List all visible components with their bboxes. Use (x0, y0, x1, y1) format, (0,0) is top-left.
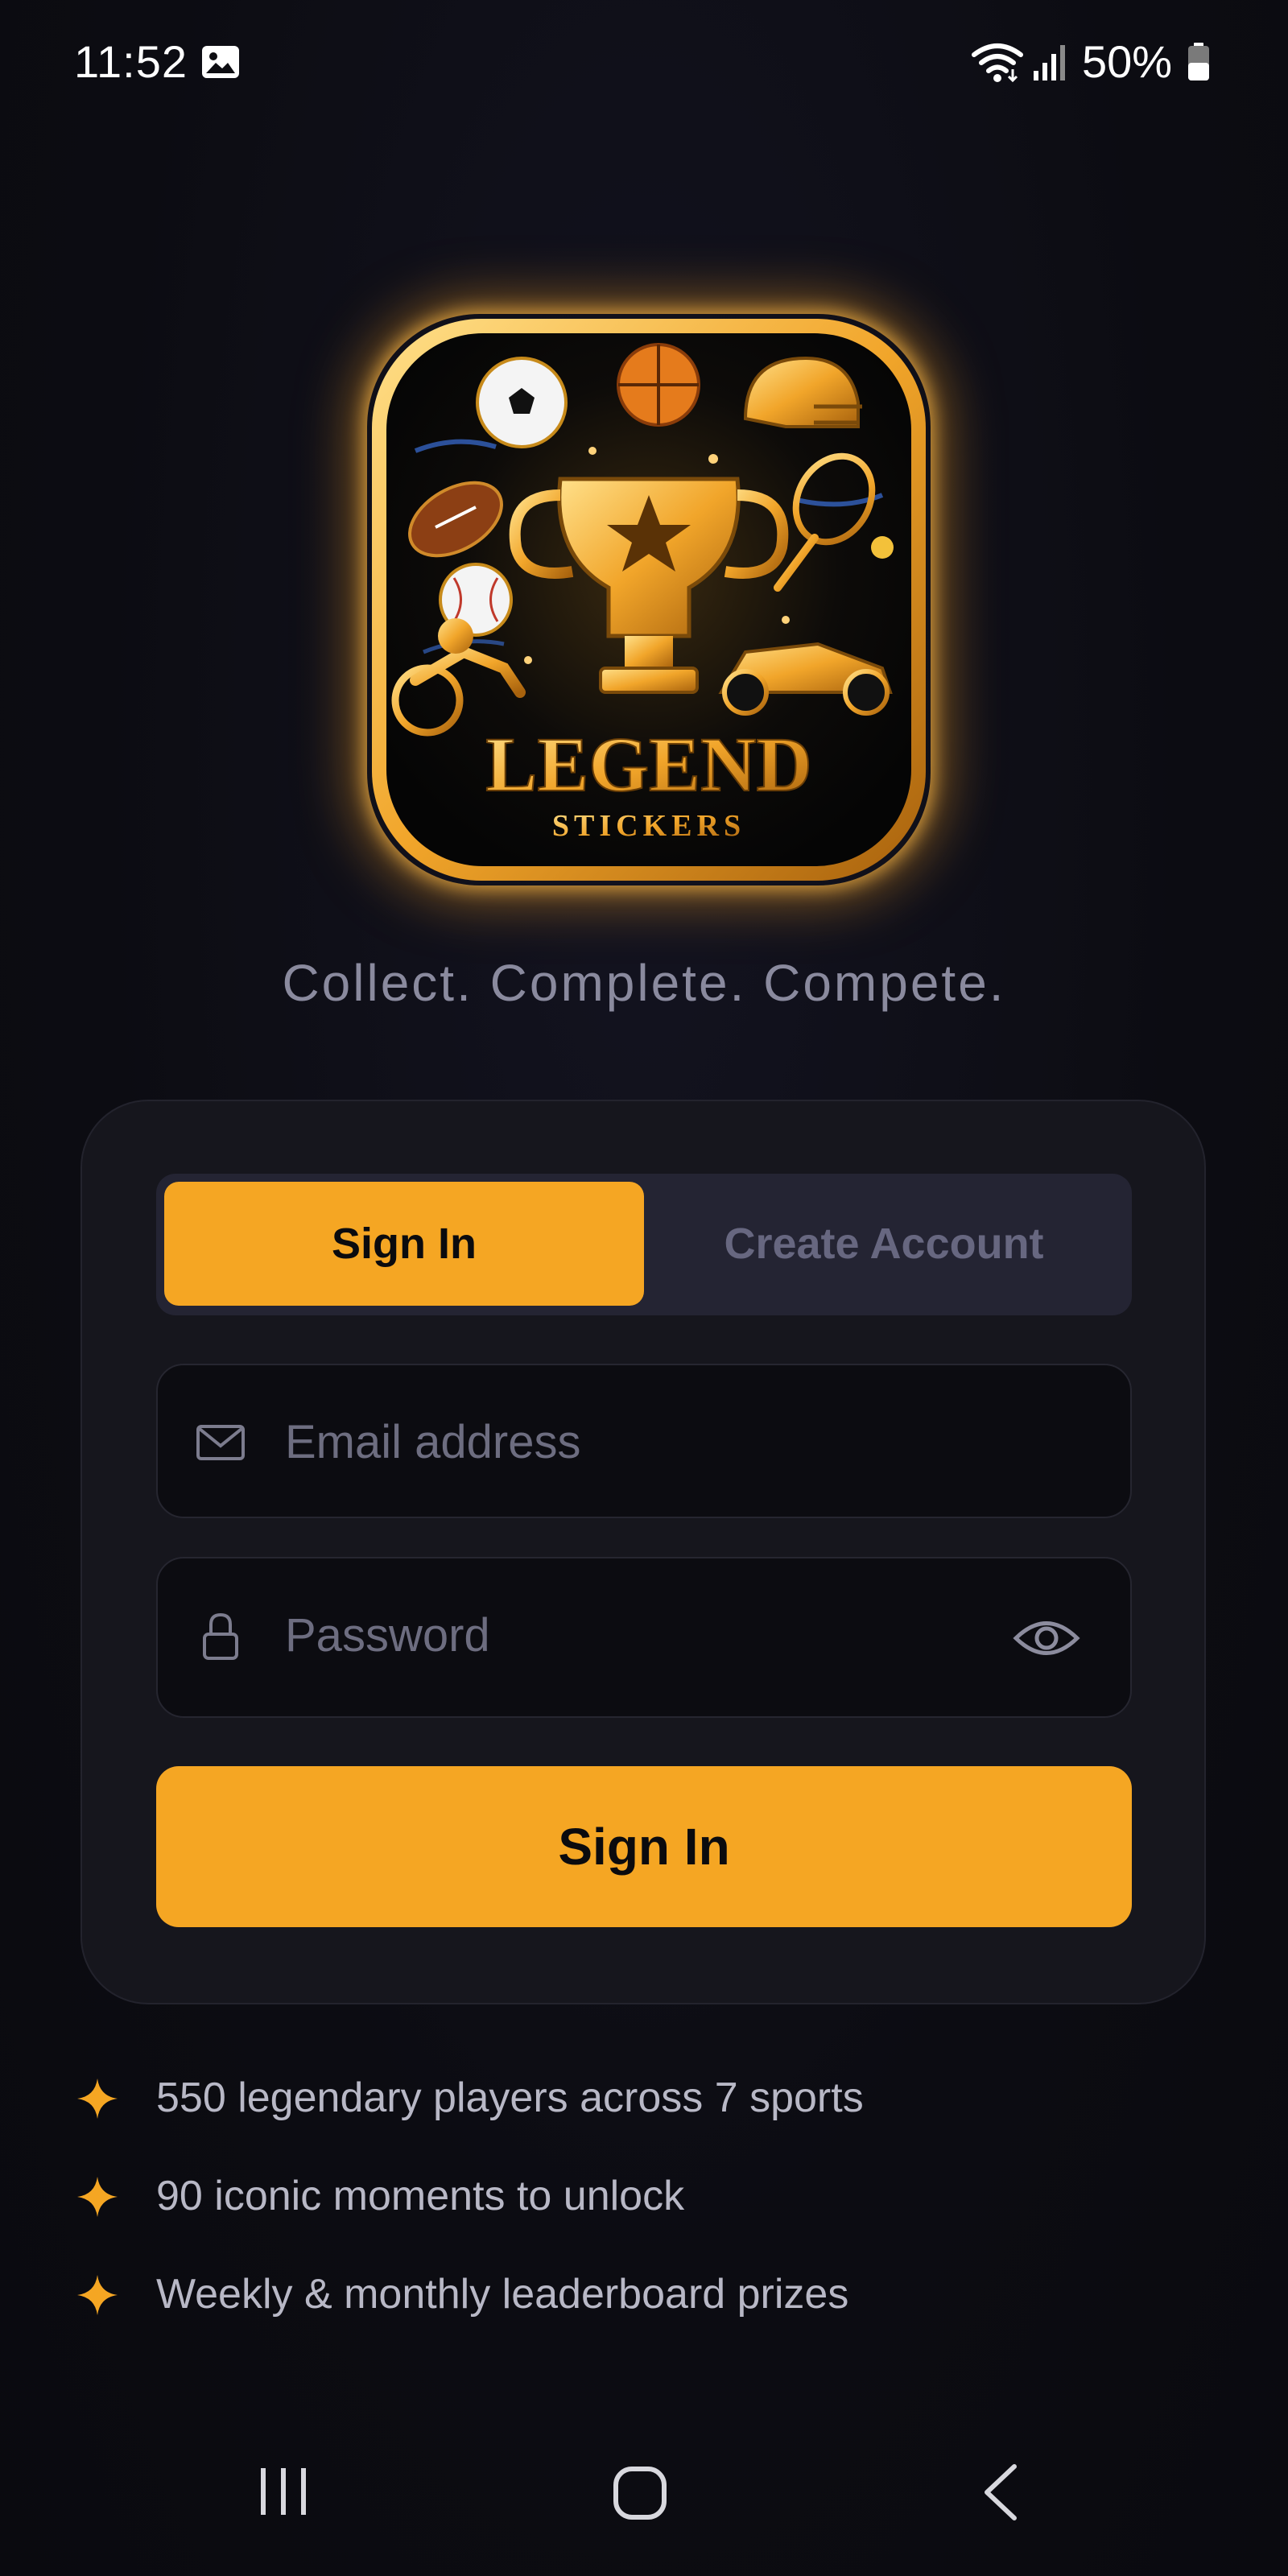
system-nav-bar (0, 2447, 1288, 2576)
sign-in-button[interactable]: Sign In (156, 1766, 1132, 1927)
mail-icon (196, 1425, 245, 1460)
battery-percentage: 50% (1082, 36, 1173, 87)
password-field[interactable] (156, 1557, 1132, 1718)
feature-item: 550 legendary players across 7 sports (77, 2069, 1204, 2167)
tagline: Collect. Complete. Compete. (282, 954, 1006, 1012)
feature-text: 90 iconic moments to unlock (156, 2173, 685, 2219)
app-logo: LEGEND STICKERS (367, 314, 931, 886)
app-logo-image: LEGEND STICKERS (372, 319, 926, 881)
feature-item: Weekly & monthly leaderboard prizes (77, 2265, 1204, 2363)
recents-icon[interactable] (258, 2465, 309, 2518)
email-input[interactable] (285, 1397, 977, 1486)
email-field[interactable] (156, 1364, 1132, 1518)
sparkle-icon (77, 2079, 118, 2119)
back-icon[interactable] (980, 2463, 1021, 2521)
auth-tabs: Sign In Create Account (156, 1174, 1132, 1315)
signal-icon (1034, 45, 1065, 80)
status-bar: 11:52 50% (0, 0, 1288, 129)
tab-sign-in[interactable]: Sign In (164, 1182, 644, 1306)
feature-item: 90 iconic moments to unlock (77, 2167, 1204, 2265)
logo-title: LEGEND (485, 721, 811, 807)
gallery-icon (202, 46, 239, 78)
password-input[interactable] (285, 1591, 977, 1679)
wifi-icon (972, 43, 1023, 83)
lock-icon (203, 1612, 238, 1660)
feature-list: 550 legendary players across 7 sports 90… (77, 2069, 1204, 2363)
battery-icon (1188, 43, 1209, 80)
eye-icon[interactable] (1013, 1610, 1080, 1666)
auth-card: Sign In Create Account Sign In (80, 1100, 1206, 2004)
feature-text: Weekly & monthly leaderboard prizes (156, 2271, 849, 2318)
logo-subtitle: STICKERS (552, 809, 745, 843)
sparkle-icon (77, 2177, 118, 2217)
status-time: 11:52 (74, 36, 188, 87)
sparkle-icon (77, 2275, 118, 2315)
login-screen: 11:52 50% LEGEND STICKERS Collect. Compl… (0, 0, 1288, 2576)
tab-create-account[interactable]: Create Account (644, 1182, 1124, 1306)
home-icon[interactable] (612, 2465, 668, 2521)
feature-text: 550 legendary players across 7 sports (156, 2074, 864, 2121)
